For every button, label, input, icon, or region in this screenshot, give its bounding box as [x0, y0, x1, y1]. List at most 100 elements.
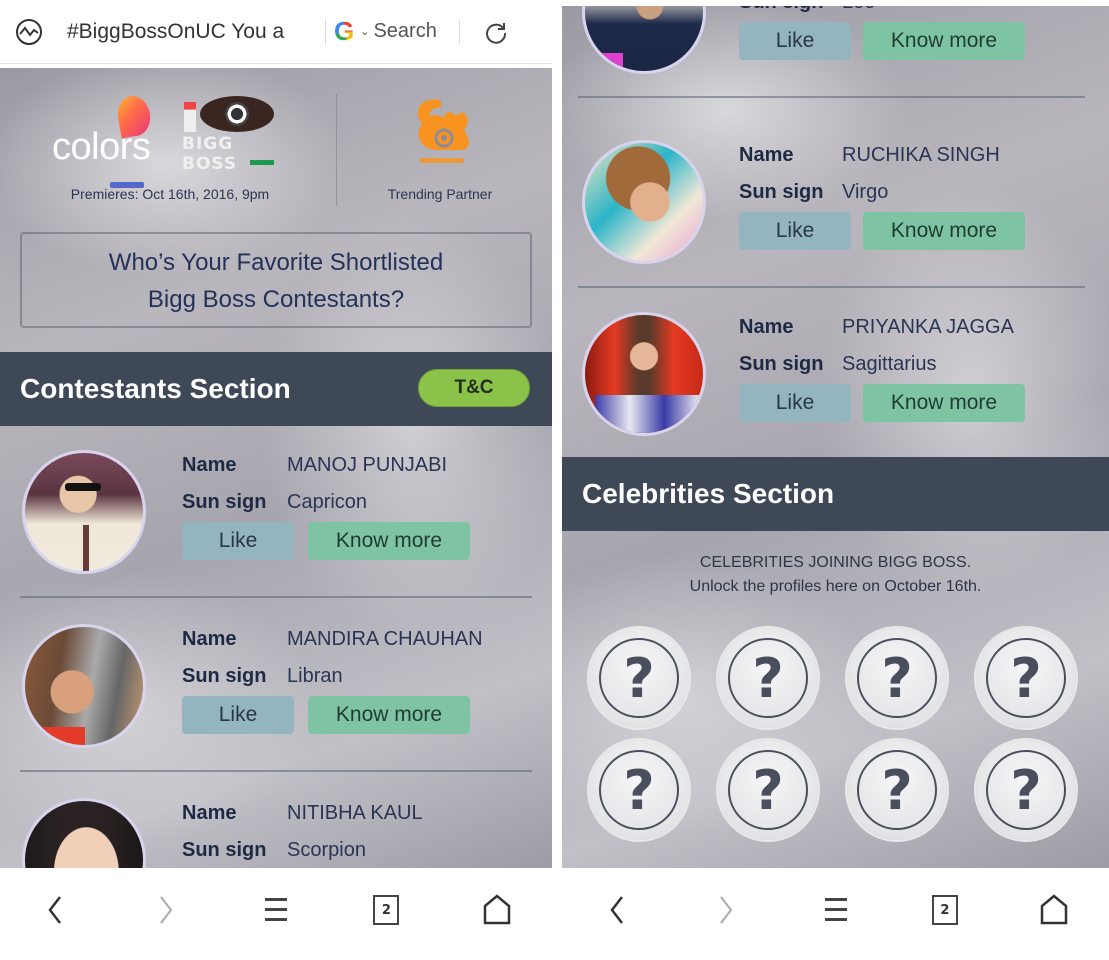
forward-icon[interactable] [716, 894, 736, 926]
forward-button[interactable] [110, 890, 220, 930]
sun-sign-value: Virgo [842, 181, 889, 203]
question-mark-icon: ? [986, 638, 1066, 718]
contestant-card: Name RUCHIKA SINGH Sun sign Virgo Like K… [562, 116, 1109, 288]
bottom-navigation-bar: 2 [0, 868, 552, 960]
mystery-celebrity[interactable]: ? [589, 740, 689, 840]
mystery-celebrity[interactable]: ? [589, 628, 689, 728]
colors-logo: colors [52, 93, 156, 188]
back-icon[interactable] [45, 894, 65, 926]
know-more-button[interactable]: Know more [863, 22, 1025, 60]
question-mark-icon: ? [728, 750, 808, 830]
menu-button[interactable] [781, 890, 890, 930]
reload-icon[interactable] [484, 20, 508, 44]
sun-sign-label: Sun sign [182, 491, 267, 513]
home-icon[interactable] [1039, 894, 1069, 926]
page-content[interactable]: colors BIGG BOSS Premieres: Oct 16th, 20… [0, 68, 552, 868]
forward-button[interactable] [671, 890, 780, 930]
tabs-button[interactable]: 2 [890, 890, 999, 930]
contestant-name: RUCHIKA SINGH [842, 144, 1000, 166]
mystery-celebrity[interactable]: ? [847, 628, 947, 728]
contestant-name: MANDIRA CHAUHAN [287, 628, 483, 650]
name-label: Name [182, 454, 237, 476]
contestant-card: Sun sign Leo Like Know more [562, 6, 1109, 98]
contestant-card: Name NITIBHA KAUL Sun sign Scorpion [0, 774, 552, 868]
like-button[interactable]: Like [182, 696, 294, 734]
poll-question-box: Who’s Your Favorite Shortlisted Bigg Bos… [20, 232, 532, 328]
avatar[interactable] [22, 450, 146, 574]
tabs-count: 2 [381, 902, 391, 918]
bottom-navigation-bar: 2 [562, 868, 1109, 960]
tabs-icon[interactable]: 2 [931, 895, 958, 925]
home-button[interactable] [442, 890, 552, 930]
menu-icon[interactable] [264, 895, 288, 925]
section-title: Celebrities Section [582, 478, 835, 509]
page-title[interactable]: #BiggBossOnUC You a [67, 20, 319, 44]
mystery-celebrity[interactable]: ? [847, 740, 947, 840]
contestant-name: NITIBHA KAUL [287, 802, 423, 824]
colors-logo-text: colors [52, 126, 151, 168]
avatar[interactable] [22, 624, 146, 748]
mystery-celebrity[interactable]: ? [718, 628, 818, 728]
right-phone-screen: Sun sign Leo Like Know more Name RUCHIKA… [562, 0, 1109, 960]
question-mark-icon: ? [857, 750, 937, 830]
like-button[interactable]: Like [739, 22, 851, 60]
terms-and-conditions-button[interactable]: T&C [418, 369, 530, 407]
home-button[interactable] [1000, 890, 1109, 930]
avatar[interactable] [582, 312, 706, 436]
address-bar[interactable]: #BiggBossOnUC You a G ⌄ Search [0, 0, 552, 64]
tabs-icon[interactable]: 2 [373, 895, 400, 925]
mystery-celebrity[interactable]: ? [718, 740, 818, 840]
celebrities-announcement: CELEBRITIES JOINING BIGG BOSS. Unlock th… [562, 551, 1109, 599]
section-title: Contestants Section [20, 373, 291, 404]
sun-sign-value: Leo [842, 6, 875, 14]
forward-icon[interactable] [156, 894, 176, 926]
question-mark-icon: ? [728, 638, 808, 718]
sun-sign-value: Capricon [287, 491, 368, 513]
name-label: Name [739, 316, 794, 338]
tabs-button[interactable]: 2 [331, 890, 441, 930]
premiere-date: Premieres: Oct 16th, 2016, 9pm [70, 186, 270, 202]
like-button[interactable]: Like [739, 212, 851, 250]
announcement-line-2: Unlock the profiles here on October 16th… [689, 578, 982, 595]
like-button[interactable]: Like [739, 384, 851, 422]
bigg-boss-tag [250, 160, 274, 165]
contestant-name: PRIYANKA JAGGA [842, 316, 1014, 338]
poll-question-line-2: Bigg Boss Contestants? [147, 286, 405, 313]
divider [20, 596, 532, 598]
celebrities-section-header: Celebrities Section [562, 457, 1109, 531]
google-icon[interactable]: G [334, 16, 354, 47]
know-more-button[interactable]: Know more [863, 212, 1025, 250]
back-button[interactable] [0, 890, 110, 930]
announcement-line-1: CELEBRITIES JOINING BIGG BOSS. [699, 554, 972, 571]
menu-icon[interactable] [824, 895, 848, 925]
search-button[interactable]: Search [373, 20, 436, 43]
mystery-celebrity[interactable]: ? [976, 740, 1076, 840]
menu-button[interactable] [221, 890, 331, 930]
question-mark-icon: ? [599, 638, 679, 718]
page-content[interactable]: Sun sign Leo Like Know more Name RUCHIKA… [562, 6, 1109, 868]
sun-sign-value: Sagittarius [842, 353, 937, 375]
sun-sign-label: Sun sign [182, 839, 267, 861]
question-mark-icon: ? [599, 750, 679, 830]
divider [336, 94, 337, 206]
home-icon[interactable] [482, 894, 512, 926]
chevron-down-icon[interactable]: ⌄ [360, 25, 369, 38]
back-button[interactable] [562, 890, 671, 930]
avatar[interactable] [582, 6, 706, 74]
know-more-button[interactable]: Know more [308, 522, 470, 560]
avatar[interactable] [22, 798, 146, 868]
mystery-celebrity[interactable]: ? [976, 628, 1076, 728]
name-label: Name [739, 144, 794, 166]
mystery-celebrities-grid: ? ? ? ? ? ? ? ? [589, 628, 1079, 840]
like-button[interactable]: Like [182, 522, 294, 560]
avatar[interactable] [582, 140, 706, 264]
contestant-card: Name MANDIRA CHAUHAN Sun sign Libran Lik… [0, 600, 552, 772]
know-more-button[interactable]: Know more [863, 384, 1025, 422]
divider [578, 96, 1085, 98]
uc-pulse-icon[interactable] [15, 18, 43, 46]
back-icon[interactable] [607, 894, 627, 926]
sun-sign-label: Sun sign [739, 353, 824, 375]
divider [458, 18, 460, 45]
sun-sign-label: Sun sign [182, 665, 267, 687]
know-more-button[interactable]: Know more [308, 696, 470, 734]
